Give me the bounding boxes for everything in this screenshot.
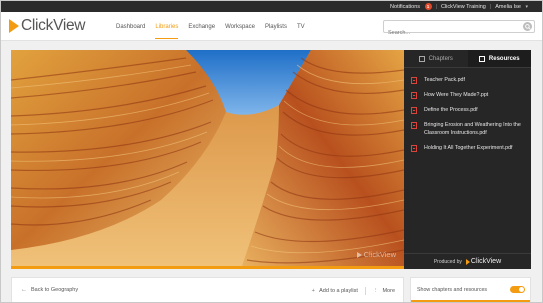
resource-name: How Were They Made?.ppt [424,92,489,98]
search-box [383,20,535,39]
divider: | [435,3,437,10]
back-label: Back to Geography [31,287,79,293]
resource-name: Bringing Erosion and Weathering Into the… [424,122,521,136]
show-chapters-toggle[interactable] [510,286,525,293]
more-button[interactable]: ⋮ More [373,288,395,294]
notifications-count-badge: 1 [424,3,432,10]
document-icon [411,122,417,129]
produced-by-label: Produced by [433,258,462,265]
progress-bar[interactable] [11,266,404,269]
chevron-down-icon: ▾ [525,3,528,10]
resource-item[interactable]: Teacher Pack.pdf [411,76,525,84]
side-panel-tabs: Chapters Resources [404,50,531,68]
add-to-playlist-label: Add to a playlist [319,288,358,294]
resource-item[interactable]: Bringing Erosion and Weathering Into the… [411,121,525,137]
toggle-label: Show chapters and resources [417,286,488,293]
video-frame[interactable]: ClickView [11,50,404,269]
document-icon [411,77,417,84]
document-icon [411,92,417,99]
resource-item[interactable]: How Were They Made?.ppt [411,91,525,99]
resource-item[interactable]: Define the Process.pdf [411,106,525,114]
nav-dashboard[interactable]: Dashboard [116,12,145,41]
show-chapters-toggle-row: Show chapters and resources [417,286,525,293]
resource-name: Teacher Pack.pdf [424,77,465,83]
produced-by: Produced by ClickView [404,253,531,269]
producer-logo: ClickView [465,258,502,265]
tab-chapters[interactable]: Chapters [404,50,468,67]
resources-list: Teacher Pack.pdf How Were They Made?.ppt… [404,68,531,152]
document-icon [411,145,417,152]
nav-libraries[interactable]: Libraries [155,12,179,41]
search-button[interactable] [523,22,532,31]
account-link[interactable]: ClickView Training [441,4,486,10]
notifications-label: Notifications [390,4,421,10]
divider: | [489,3,492,10]
nav-tv[interactable]: TV [297,12,305,41]
resources-icon [478,55,485,62]
user-name: Amelia Ise [495,3,521,10]
tab-resources[interactable]: Resources [467,50,531,67]
back-link[interactable]: ← Back to Geography [21,287,78,293]
logo-text: ClickView [21,17,86,34]
app-window: Notifications 1 | ClickView Training | A… [0,0,543,303]
play-triangle-icon [465,258,470,265]
display-options: Show chapters and resources [410,277,531,302]
producer-brand: ClickView [470,258,502,265]
notifications-link[interactable]: Notifications 1 [390,3,432,10]
more-dots-icon: ⋮ [372,288,379,294]
chapters-icon [418,55,425,62]
divider [364,287,366,295]
resource-item[interactable]: Holding It All Together Experiment.pdf [411,144,525,152]
user-menu[interactable]: Amelia Ise ▾ [495,4,528,10]
play-triangle-icon [9,19,19,33]
watermark-text: ClickView [363,250,396,259]
resource-name: Define the Process.pdf [424,107,478,113]
video-still-sandstone-canyon [11,50,404,269]
side-panel: Chapters Resources Teacher Pack.pdf How … [404,50,531,269]
document-icon [411,107,417,114]
tab-resources-label: Resources [488,55,520,62]
plus-icon: + [311,288,315,294]
video-toolbar: ← Back to Geography + Add to a playlist … [11,277,404,302]
nav-workspace[interactable]: Workspace [225,12,255,41]
video-watermark: ClickView [356,250,396,259]
arrow-left-icon: ← [21,287,27,293]
main-nav: Dashboard Libraries Exchange Workspace P… [116,12,315,41]
add-to-playlist-button[interactable]: + Add to a playlist [312,288,358,294]
clickview-logo[interactable]: ClickView [9,17,86,35]
video-player: ClickView Chapters Resources Teacher Pac… [11,50,531,269]
search-icon [524,23,531,30]
search-input[interactable] [384,27,512,39]
main-header: ClickView Dashboard Libraries Exchange W… [1,12,542,41]
utility-bar: Notifications 1 | ClickView Training | A… [1,1,542,12]
nav-exchange[interactable]: Exchange [188,12,215,41]
video-actions: + Add to a playlist ⋮ More [312,287,395,295]
nav-playlists[interactable]: Playlists [265,12,287,41]
tab-chapters-label: Chapters [428,55,453,62]
resource-name: Holding It All Together Experiment.pdf [424,145,513,151]
more-label: More [382,288,395,294]
play-triangle-icon [356,251,362,258]
